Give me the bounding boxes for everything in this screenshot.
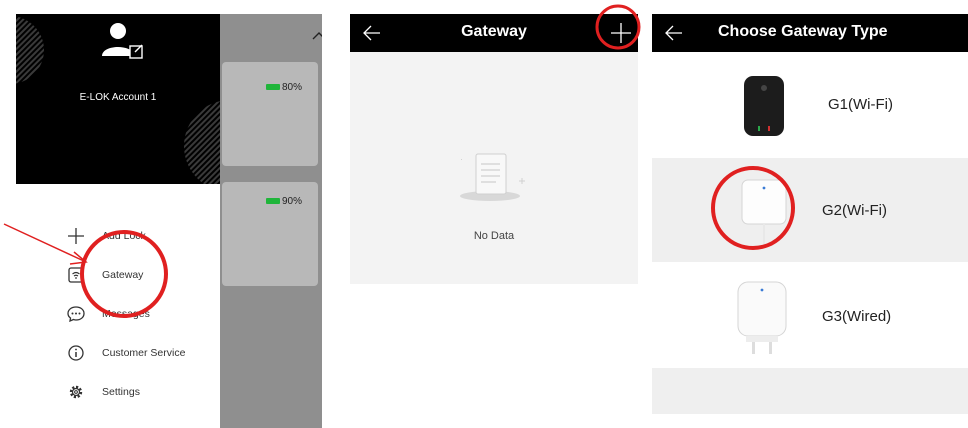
- list-footer: [652, 368, 968, 414]
- annotation-circle: [711, 166, 795, 250]
- drawer-screen: 80% 90% E-LOK Account 1 Add Lock Gateway…: [0, 0, 322, 428]
- annotation-circle: [80, 230, 168, 318]
- option-label: G3(Wired): [822, 308, 892, 325]
- empty-state-illustration: ·: [448, 150, 538, 211]
- annotation-layer: [3, 223, 168, 318]
- option-label: G1(Wi-Fi): [828, 96, 893, 113]
- svg-text:·: ·: [460, 154, 463, 164]
- g3-gateway-device-icon: [737, 281, 787, 354]
- annotation-arrow: [3, 223, 87, 263]
- back-arrow-icon[interactable]: [664, 23, 684, 48]
- empty-document-icon: ·: [460, 153, 525, 201]
- annotation-circle: [595, 4, 641, 50]
- gateway-list-screen: [350, 14, 638, 284]
- option-label: G2(Wi-Fi): [822, 202, 887, 219]
- g1-gateway-device-icon: [744, 76, 784, 136]
- gateway-option-g1[interactable]: G1(Wi-Fi): [652, 56, 968, 156]
- gateway-option-g3[interactable]: G3(Wired): [652, 264, 968, 366]
- choose-type-topbar: Choose Gateway Type: [652, 14, 968, 52]
- empty-state-text: No Data: [473, 230, 515, 242]
- page-title: Choose Gateway Type: [718, 23, 888, 40]
